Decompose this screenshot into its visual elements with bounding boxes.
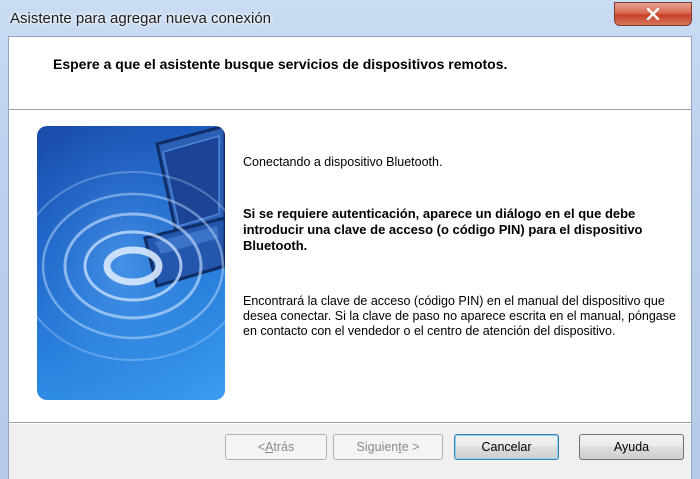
dialog-client-area: Espere a que el asistente busque servici… bbox=[8, 36, 692, 479]
close-icon bbox=[646, 8, 660, 20]
back-button-mnemonic: A bbox=[265, 440, 274, 454]
pin-help-text: Encontrará la clave de acceso (código PI… bbox=[243, 294, 676, 338]
next-button[interactable]: Siguien t e > bbox=[333, 434, 443, 460]
wizard-header: Espere a que el asistente busque servici… bbox=[9, 37, 691, 110]
title-bar[interactable]: Asistente para agregar nueva conexión bbox=[0, 0, 700, 36]
next-button-prefix: Siguien bbox=[356, 440, 399, 454]
wizard-content: Conectando a dispositivo Bluetooth. Si s… bbox=[9, 110, 691, 422]
bluetooth-laptop-signal-icon bbox=[37, 126, 225, 400]
cancel-button[interactable]: Cancelar bbox=[454, 434, 559, 460]
connection-status: Conectando a dispositivo Bluetooth. bbox=[243, 155, 443, 169]
authentication-notice: Si se requiere autenticación, aparece un… bbox=[243, 206, 643, 253]
back-button-rest: trás bbox=[273, 440, 295, 454]
back-button[interactable]: < Atrás bbox=[225, 434, 327, 460]
help-button[interactable]: Ayuda bbox=[579, 434, 684, 460]
back-button-prefix: < bbox=[257, 440, 266, 454]
window-title: Asistente para agregar nueva conexión bbox=[10, 10, 272, 27]
wizard-window: Asistente para agregar nueva conexión Es… bbox=[0, 0, 700, 479]
footer-separator bbox=[9, 422, 691, 424]
header-instruction: Espere a que el asistente busque servici… bbox=[53, 56, 508, 72]
close-button[interactable] bbox=[614, 2, 692, 26]
next-button-rest: e > bbox=[401, 440, 420, 454]
